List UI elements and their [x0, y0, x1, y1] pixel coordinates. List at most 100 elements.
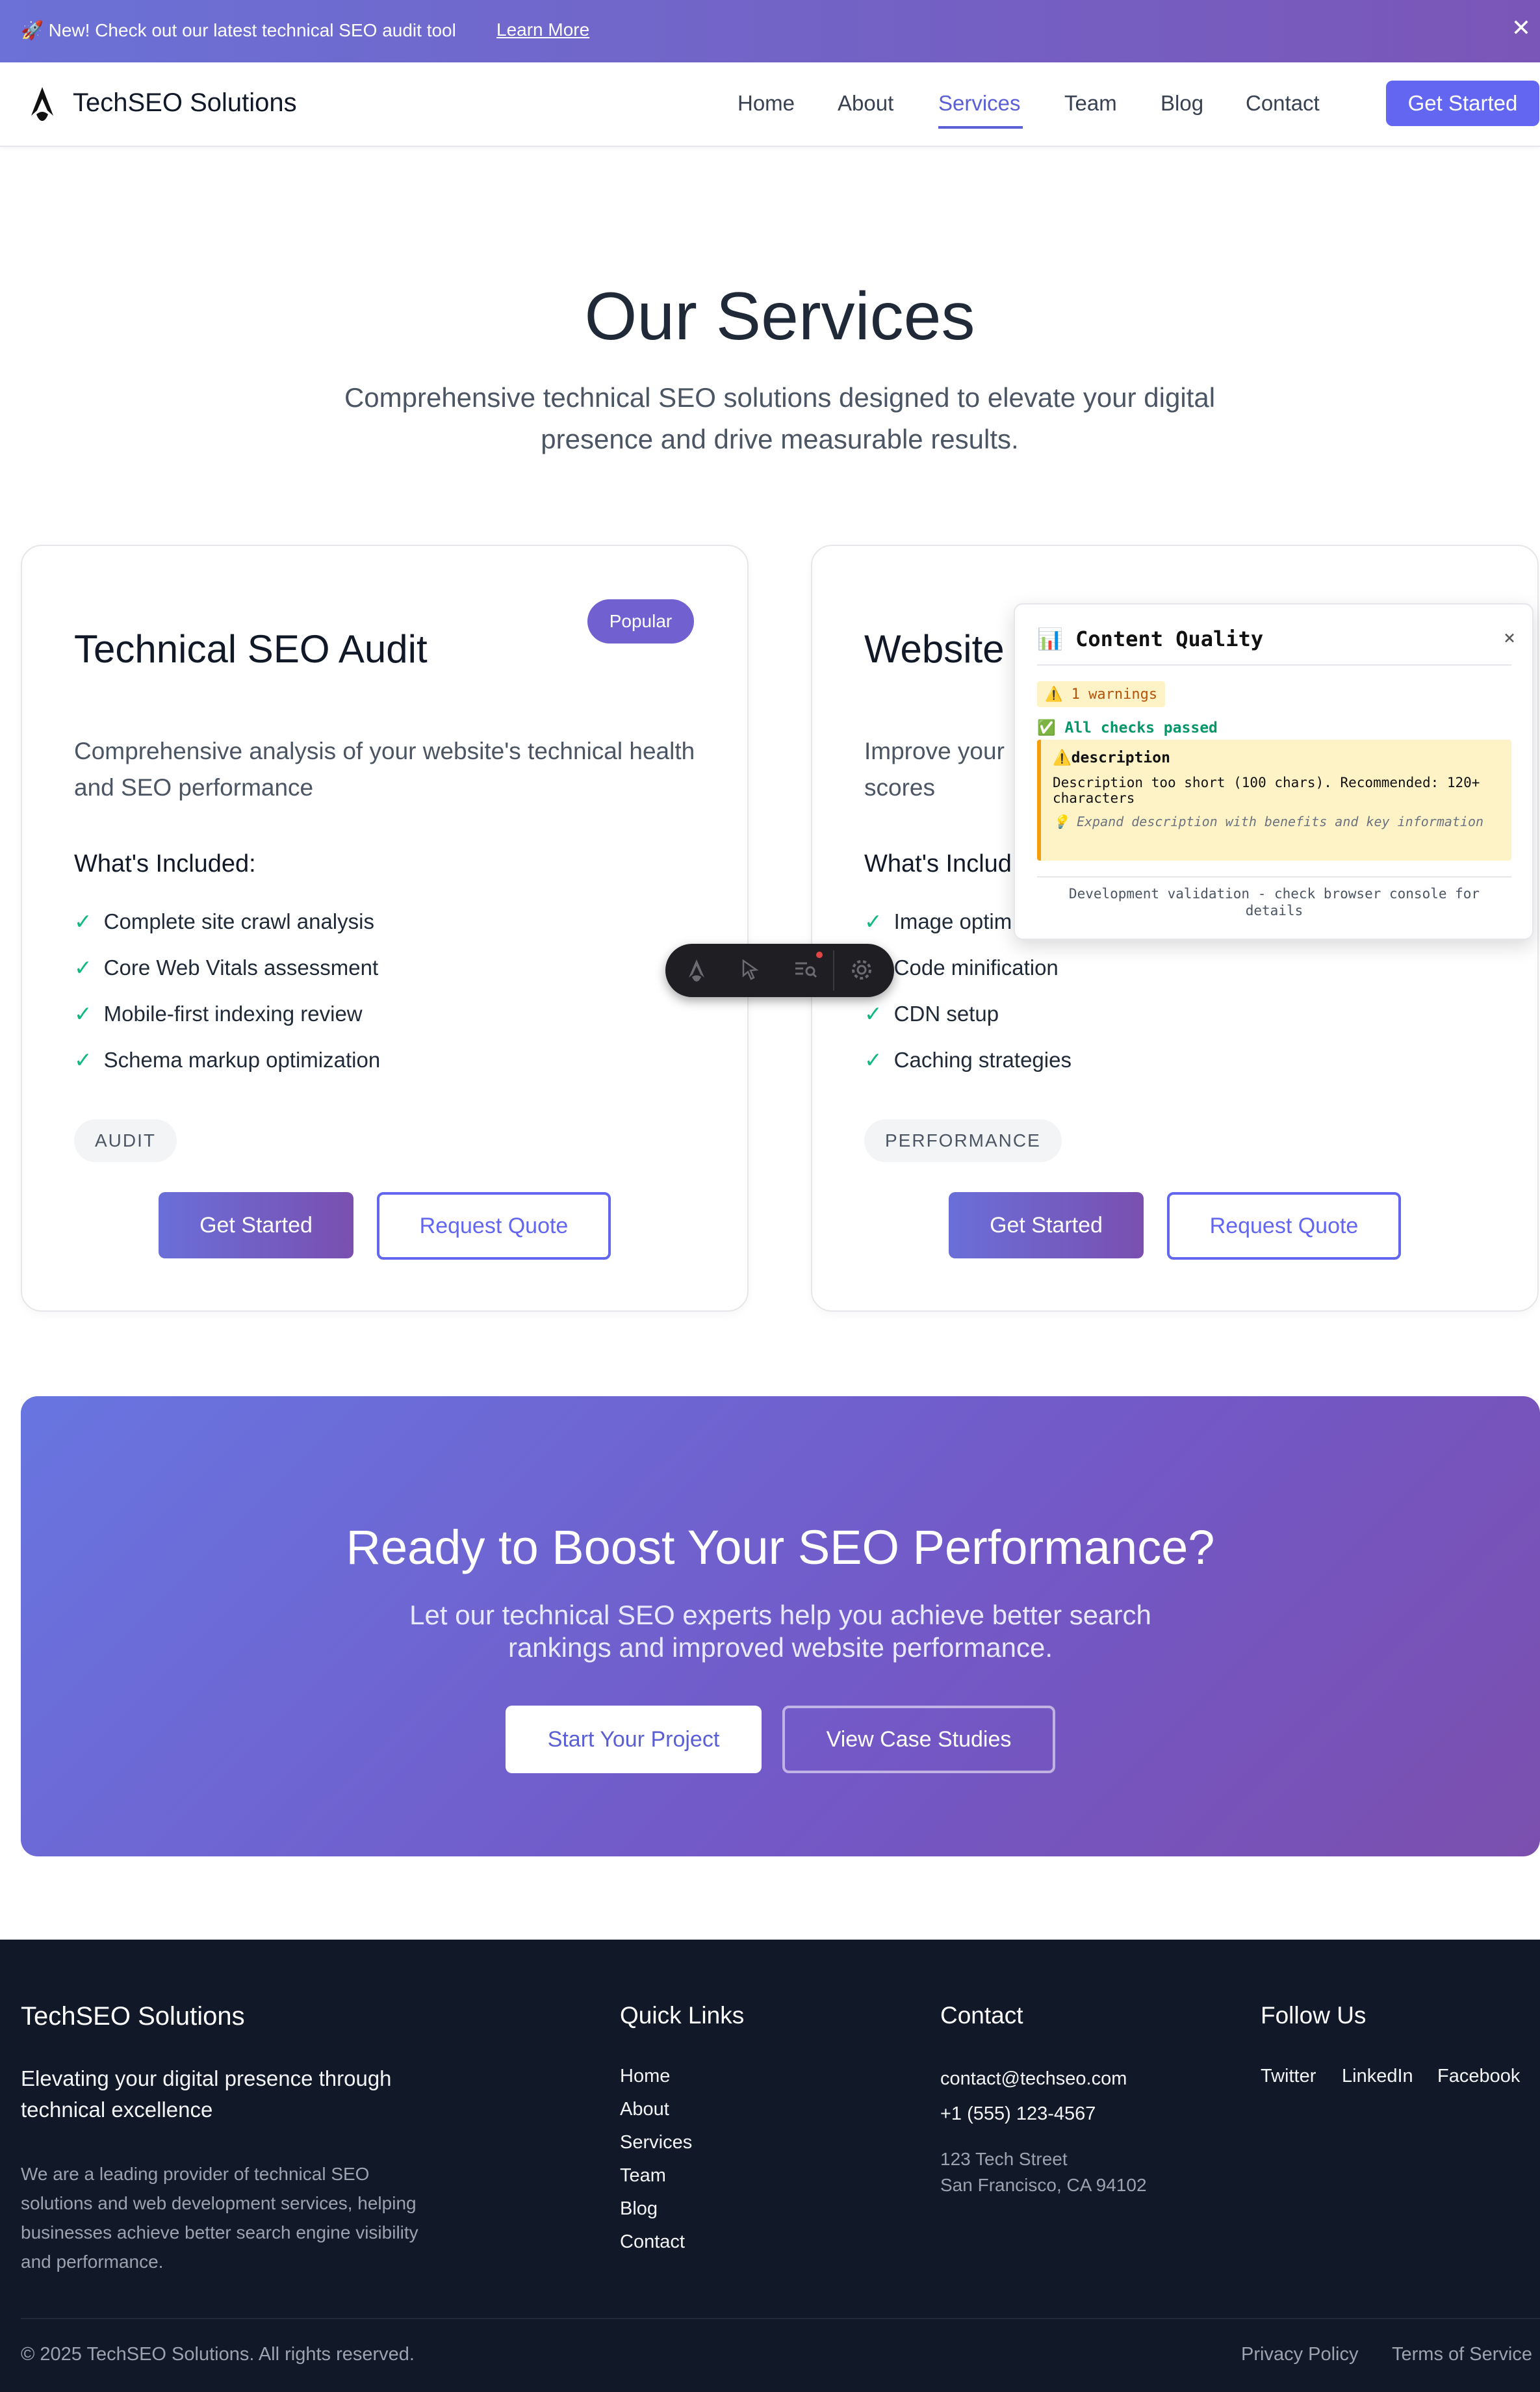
brand-name[interactable]: TechSEO Solutions: [73, 88, 297, 118]
footer-link-services[interactable]: Services: [620, 2132, 692, 2153]
follow-us-heading: Follow Us: [1261, 2002, 1367, 2029]
nav-link-home[interactable]: Home: [738, 91, 795, 116]
whats-included-heading: What's Included:: [74, 850, 256, 878]
check-icon: ✓: [74, 909, 92, 933]
get-started-button[interactable]: Get Started: [159, 1192, 353, 1258]
announcement-text: 🚀 New! Check out our latest technical SE…: [21, 20, 456, 40]
footer: TechSEO Solutions Elevating your digital…: [0, 1940, 1540, 2392]
contact-phone[interactable]: +1 (555) 123-4567: [940, 2103, 1096, 2125]
feature-item: ✓ Schema markup optimization: [74, 1047, 380, 1080]
feature-text: CDN setup: [893, 1002, 999, 1026]
learn-more-link[interactable]: Learn More: [496, 20, 589, 40]
request-quote-button[interactable]: Request Quote: [1167, 1192, 1401, 1260]
contact-heading: Contact: [940, 2002, 1023, 2029]
feature-text: Schema markup optimization: [103, 1048, 381, 1072]
footer-link-about[interactable]: About: [620, 2099, 669, 2120]
toolbar-divider: [833, 950, 834, 991]
request-quote-button[interactable]: Request Quote: [377, 1192, 611, 1260]
footer-tagline: Elevating your digital presence through …: [21, 2066, 392, 2122]
view-case-studies-button[interactable]: View Case Studies: [782, 1706, 1055, 1773]
check-icon: ✓: [864, 909, 882, 933]
category-tag: AUDIT: [74, 1119, 177, 1162]
issue-title: ⚠️description: [1053, 749, 1170, 766]
check-icon: ✓: [864, 1048, 882, 1072]
nav-link-contact[interactable]: Contact: [1246, 91, 1320, 116]
checks-passed-text: ✅ All checks passed: [1037, 720, 1218, 736]
copyright: © 2025 TechSEO Solutions. All rights res…: [21, 2344, 415, 2365]
card-title: Technical SEO Audit: [74, 627, 428, 671]
warnings-badge: ⚠️ 1 warnings: [1037, 681, 1166, 707]
social-link-facebook[interactable]: Facebook: [1437, 2066, 1520, 2087]
feature-item: ✓ Mobile-first indexing review: [74, 1001, 363, 1034]
feature-text: Caching strategies: [893, 1048, 1072, 1072]
close-icon[interactable]: ✕: [1511, 14, 1531, 42]
active-nav-underline: [938, 126, 1023, 129]
service-card-audit: Popular Technical SEO Audit Comprehensiv…: [21, 545, 749, 1312]
feature-item: ✓ Caching strategies: [864, 1047, 1072, 1080]
close-icon[interactable]: ×: [1504, 627, 1515, 649]
footer-link-home[interactable]: Home: [620, 2066, 670, 2087]
panel-title: 📊 Content Quality: [1037, 627, 1264, 651]
feature-text: Code minification: [893, 956, 1059, 980]
footer-link-contact[interactable]: Contact: [620, 2231, 685, 2253]
footer-description: We are a leading provider of technical S…: [21, 2164, 418, 2272]
social-link-linkedin[interactable]: LinkedIn: [1342, 2066, 1413, 2087]
card-description: Improve your scores: [864, 738, 1005, 801]
feature-text: Image optim: [893, 909, 1012, 933]
nav-link-services[interactable]: Services: [938, 91, 1021, 116]
get-started-nav-button[interactable]: Get Started: [1386, 81, 1539, 126]
category-tag: PERFORMANCE: [864, 1119, 1062, 1162]
announcement-bar: 🚀 New! Check out our latest technical SE…: [0, 0, 1540, 62]
feature-text: Complete site crawl analysis: [103, 909, 374, 933]
page-title: Our Services: [584, 279, 975, 354]
astro-logo-icon[interactable]: [684, 957, 710, 983]
cta-title: Ready to Boost Your SEO Performance?: [346, 1520, 1215, 1574]
dev-toolbar: [665, 944, 894, 997]
nav-link-about[interactable]: About: [838, 91, 893, 116]
check-icon: ✓: [74, 956, 92, 980]
address-line-2: San Francisco, CA 94102: [940, 2175, 1147, 2195]
feature-text: Mobile-first indexing review: [103, 1002, 363, 1026]
terms-of-service-link[interactable]: Terms of Service: [1392, 2344, 1532, 2365]
notification-dot: [816, 952, 823, 958]
nav-link-team[interactable]: Team: [1064, 91, 1117, 116]
inspect-cursor-icon[interactable]: [738, 957, 764, 983]
content-quality-panel: 📊 Content Quality × ⚠️ 1 warnings ✅ All …: [1014, 603, 1534, 940]
card-title: Website: [864, 627, 1005, 671]
footer-link-team[interactable]: Team: [620, 2165, 666, 2187]
start-project-button[interactable]: Start Your Project: [506, 1706, 762, 1773]
navbar: TechSEO Solutions Home About Services Te…: [0, 62, 1540, 147]
feature-item: ✓ Image optim: [864, 909, 1012, 941]
check-icon: ✓: [74, 1048, 92, 1072]
nav-link-blog[interactable]: Blog: [1161, 91, 1203, 116]
social-link-twitter[interactable]: Twitter: [1261, 2066, 1316, 2087]
whats-included-heading: What's Includ: [864, 850, 1012, 878]
feature-item: ✓ CDN setup: [864, 1001, 999, 1034]
cta-section: Ready to Boost Your SEO Performance? Let…: [21, 1396, 1540, 1856]
cta-text: Let our technical SEO experts help you a…: [409, 1600, 1151, 1663]
quick-links-heading: Quick Links: [620, 2002, 745, 2029]
footer-divider: [21, 2318, 1540, 2319]
check-icon: ✓: [864, 1002, 882, 1026]
get-started-button[interactable]: Get Started: [949, 1192, 1144, 1258]
check-icon: ✓: [74, 1002, 92, 1026]
popular-badge: Popular: [587, 599, 694, 644]
feature-text: Core Web Vitals assessment: [103, 956, 379, 980]
privacy-policy-link[interactable]: Privacy Policy: [1241, 2344, 1359, 2365]
address-line-1: 123 Tech Street: [940, 2149, 1068, 2169]
feature-item: ✓ Complete site crawl analysis: [74, 909, 374, 941]
footer-brand: TechSEO Solutions: [21, 2002, 245, 2031]
issue-hint: 💡 Expand description with benefits and k…: [1053, 814, 1484, 829]
footer-link-blog[interactable]: Blog: [620, 2198, 658, 2220]
contact-email[interactable]: contact@techseo.com: [940, 2068, 1127, 2090]
audit-search-icon[interactable]: [793, 957, 819, 983]
card-description: Comprehensive analysis of your website's…: [74, 738, 695, 801]
feature-item: ✓ Core Web Vitals assessment: [74, 955, 378, 987]
settings-gear-icon[interactable]: [849, 957, 875, 983]
logo-icon[interactable]: [26, 86, 58, 122]
divider: [1037, 664, 1511, 666]
divider: [1037, 876, 1511, 878]
panel-footer: Development validation - check browser c…: [1068, 886, 1480, 918]
page-subtitle: Comprehensive technical SEO solutions de…: [344, 382, 1216, 454]
issue-detail: Description too short (100 chars). Recom…: [1053, 775, 1480, 806]
